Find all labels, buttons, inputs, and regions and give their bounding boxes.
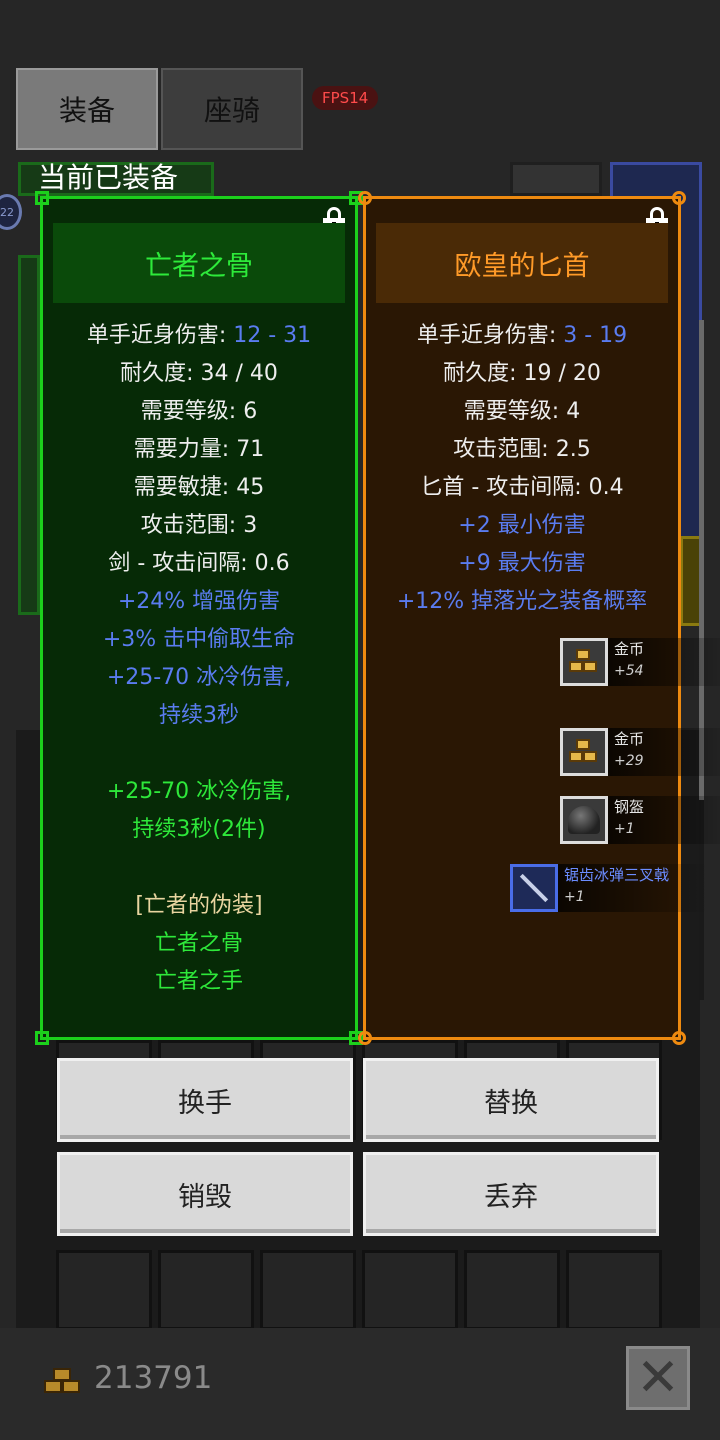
item-stats: 单手近身伤害: 12 - 31 耐久度: 34 / 40 需要等级: 6 需要力…	[43, 317, 355, 1001]
item-name: 亡者之骨	[53, 223, 345, 303]
stat-damage: 单手近身伤害: 3 - 19	[366, 317, 678, 355]
close-button[interactable]: ✕	[626, 1346, 690, 1410]
magic-affix: +12% 掉落光之装备概率	[396, 589, 648, 614]
magic-affix: +24% 增强伤害	[117, 589, 281, 614]
stat-range: 攻击范围: 3	[140, 513, 258, 538]
stat-durability: 耐久度: 19 / 20	[443, 361, 601, 386]
frame-corner	[358, 1031, 372, 1045]
loot-qty: +54	[614, 663, 644, 679]
stat-range: 攻击范围: 2.5	[453, 437, 591, 462]
loot-notification: 钢盔 +1	[560, 794, 720, 846]
set-bonus: +25-70 冰冷伤害,	[106, 779, 292, 804]
item-name: 欧皇的匕首	[376, 223, 668, 303]
destroy-button[interactable]: 销毁	[57, 1152, 353, 1236]
inventory-slot[interactable]	[158, 1250, 254, 1330]
replace-button[interactable]: 替换	[363, 1058, 659, 1142]
stat-durability: 耐久度: 34 / 40	[120, 361, 278, 386]
magic-affix: 持续3秒	[159, 703, 239, 728]
frame-corner	[35, 191, 49, 205]
level-badge: 22	[0, 194, 22, 230]
gold-coins-icon	[560, 638, 608, 686]
magic-affix: +9 最大伤害	[458, 551, 586, 576]
stat-label: 单手近身伤害:	[86, 323, 234, 348]
stat-req-str: 需要力量: 71	[133, 437, 265, 462]
inventory-slot[interactable]	[56, 1250, 152, 1330]
stat-speed: 剑 - 攻击间隔: 0.6	[108, 551, 290, 576]
stat-speed: 匕首 - 攻击间隔: 0.4	[420, 475, 624, 500]
frame-corner	[358, 191, 372, 205]
tab-mount[interactable]: 座骑	[161, 68, 303, 150]
section-title: 当前已装备	[38, 161, 179, 194]
gold-icon	[44, 1366, 82, 1396]
loot-notification: 金币 +54	[560, 636, 720, 688]
loot-notification: 金币 +29	[560, 726, 720, 778]
stat-label: 单手近身伤害:	[416, 323, 564, 348]
magic-affix: +2 最小伤害	[458, 513, 586, 538]
gold-amount: 213791	[94, 1360, 213, 1396]
set-item: 亡者之骨	[154, 931, 243, 956]
frame-corner	[35, 1031, 49, 1045]
inventory-slot[interactable]	[362, 1250, 458, 1330]
swap-hand-button[interactable]: 换手	[57, 1058, 353, 1142]
loot-name: 金币	[614, 640, 645, 658]
loot-name: 金币	[614, 730, 645, 748]
loot-qty: +1	[564, 889, 585, 905]
stat-value: 12 - 31	[233, 323, 312, 348]
close-icon: ✕	[636, 1348, 680, 1408]
set-item: 亡者之手	[154, 969, 243, 994]
loot-name: 锯齿冰弹三叉戟	[564, 866, 670, 884]
equip-slot-bg	[18, 255, 40, 615]
equip-slot-bg	[510, 162, 602, 196]
stat-value: 3 - 19	[563, 323, 628, 348]
frame-corner	[672, 1031, 686, 1045]
magic-affix: +25-70 冰冷伤害,	[106, 665, 292, 690]
inventory-slot[interactable]	[464, 1250, 560, 1330]
loot-qty: +29	[614, 753, 644, 769]
stat-req-level: 需要等级: 4	[463, 399, 581, 424]
loot-name: 钢盔	[614, 798, 645, 816]
inventory-slot[interactable]	[566, 1250, 662, 1330]
loot-notification: 锯齿冰弹三叉戟 +1	[510, 862, 708, 914]
tab-equipment[interactable]: 装备	[16, 68, 158, 150]
trident-icon	[510, 864, 558, 912]
discard-button[interactable]: 丢弃	[363, 1152, 659, 1236]
set-bonus: 持续3秒(2件)	[132, 817, 266, 842]
frame-corner	[672, 191, 686, 205]
inventory-slot[interactable]	[260, 1250, 356, 1330]
stat-req-dex: 需要敏捷: 45	[133, 475, 265, 500]
helmet-icon	[560, 796, 608, 844]
loot-qty: +1	[614, 821, 635, 837]
stat-damage: 单手近身伤害: 12 - 31	[43, 317, 355, 355]
item-stats: 单手近身伤害: 3 - 19 耐久度: 19 / 20 需要等级: 4 攻击范围…	[366, 317, 678, 621]
set-name: [亡者的伪装]	[135, 893, 263, 918]
fps-counter: FPS14	[312, 86, 379, 110]
magic-affix: +3% 击中偷取生命	[102, 627, 296, 652]
stat-req-level: 需要等级: 6	[140, 399, 258, 424]
gold-coins-icon	[560, 728, 608, 776]
equipped-item-card: 亡者之骨 单手近身伤害: 12 - 31 耐久度: 34 / 40 需要等级: …	[35, 191, 363, 1045]
